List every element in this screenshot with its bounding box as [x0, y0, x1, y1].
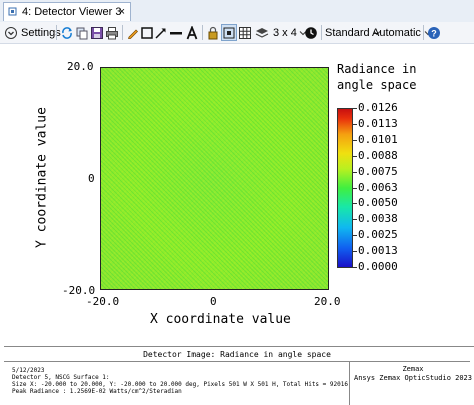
- x-tick-mid: 0: [210, 295, 217, 308]
- y-tick-top: 20.0: [67, 60, 94, 73]
- help-icon: ?: [428, 26, 440, 39]
- colorbar-tick-label: 0.0113: [358, 116, 398, 130]
- rectangle-tool-button[interactable]: [140, 24, 154, 41]
- lock-icon: [208, 26, 218, 39]
- info-title: Detector Image: Radiance in angle space: [143, 350, 331, 359]
- layout-label: 3 x 4: [273, 26, 297, 39]
- colorbar-tick-label: 0.0088: [358, 148, 398, 162]
- colorbar-tick-mark: [353, 123, 357, 125]
- timer-button[interactable]: [304, 24, 318, 41]
- refresh-button[interactable]: [60, 24, 74, 41]
- x-axis-label: X coordinate value: [150, 312, 291, 327]
- y-axis-label: Y coordinate value: [34, 107, 50, 248]
- pencil-tool-button[interactable]: [126, 24, 140, 41]
- info-detector: Detector 5, NSCG Surface 1:: [12, 374, 110, 381]
- info-product: Ansys Zemax OpticStudio 2023: [353, 374, 472, 382]
- svg-text:?: ?: [431, 28, 437, 38]
- save-button[interactable]: [90, 24, 104, 41]
- fit-view-icon: [223, 27, 235, 38]
- colorbar-tick-mark: [353, 155, 357, 157]
- colorbar-tick-mark: [353, 251, 357, 253]
- colorbar-tick-mark: [353, 235, 357, 237]
- pencil-icon: [128, 29, 138, 39]
- layout-dropdown[interactable]: 3 x 4: [273, 24, 307, 41]
- grid-icon: [239, 26, 251, 39]
- colorbar-tick-label: 0.0025: [358, 228, 398, 242]
- colorbar-tick-label: 0.0000: [358, 260, 398, 273]
- copy-icon: [76, 27, 88, 39]
- settings-label: Settings: [21, 26, 61, 39]
- y-tick-mid: 0: [88, 172, 95, 185]
- colorbar-tick-label: 0.0063: [358, 180, 398, 194]
- detector-plot[interactable]: 20.0 0 -20.0 -20.0 0 20.0 X coordinate v…: [4, 44, 470, 344]
- colorbar-tick-mark: [353, 171, 357, 173]
- arrow-icon: [155, 27, 166, 39]
- info-panel: Detector Image: Radiance in angle space …: [4, 346, 474, 405]
- help-button[interactable]: ?: [427, 24, 441, 41]
- colorbar-tick-label: 0.0126: [358, 101, 398, 114]
- colorbar-tick-label: 0.0075: [358, 164, 398, 178]
- grid-button[interactable]: [238, 24, 252, 41]
- copy-button[interactable]: [75, 24, 89, 41]
- info-vendor: Zemax: [402, 365, 424, 373]
- rectangle-icon: [141, 26, 153, 39]
- pin-icon: [8, 7, 17, 16]
- colorbar-tick-mark: [353, 219, 357, 221]
- save-icon: [91, 26, 103, 39]
- colorbar-tick-label: 0.0050: [358, 196, 398, 210]
- colorbar-tick-mark: [353, 139, 357, 141]
- line-tool-button[interactable]: [169, 24, 183, 41]
- refresh-icon: [62, 26, 72, 39]
- chevron-down-circle-icon: [5, 26, 17, 39]
- info-date: 5/12/2023: [12, 367, 45, 374]
- text-a-icon: [186, 25, 198, 39]
- text-tool-button[interactable]: [185, 24, 199, 41]
- colorbar-tick-mark: [353, 187, 357, 189]
- x-tick-left: -20.0: [86, 295, 120, 308]
- tab-title: 4: Detector Viewer 3: [22, 6, 122, 18]
- heatmap-image[interactable]: [100, 67, 329, 290]
- info-peak: Peak Radiance : 1.2569E-02 Watts/cm^2/St…: [12, 388, 182, 395]
- colorbar-tick-label: 0.0013: [358, 244, 398, 258]
- colorbar-tick-mark: [353, 203, 357, 205]
- settings-button[interactable]: Settings: [4, 24, 61, 41]
- colorbar-tick-label: 0.0038: [358, 212, 398, 226]
- arrow-tool-button[interactable]: [154, 24, 168, 41]
- tab-detector-viewer[interactable]: 4: Detector Viewer 3 ×: [3, 2, 131, 21]
- colorbar: [337, 108, 353, 268]
- info-lines: 5/12/2023 Detector 5, NSCG Surface 1: Si…: [12, 367, 348, 395]
- fit-view-button[interactable]: [221, 24, 237, 41]
- tab-close-button[interactable]: ×: [119, 3, 125, 21]
- colorbar-tick-mark: [353, 267, 357, 268]
- colorbar-title-line2: angle space: [337, 78, 417, 92]
- tab-strip: 4: Detector Viewer 3 ×: [0, 0, 474, 23]
- lock-button[interactable]: [206, 24, 220, 41]
- timer-icon: [305, 26, 317, 39]
- colorbar-title: Radiance in angle space: [337, 61, 416, 93]
- colorbar-tick-mark: [353, 108, 357, 109]
- toolbar: Settings 3 x 4 Standard Automatic ?: [0, 22, 474, 44]
- line-icon: [170, 31, 182, 34]
- colorbar-tick-label: 0.0101: [358, 132, 398, 146]
- layers-button[interactable]: [255, 24, 269, 41]
- print-button[interactable]: [105, 24, 119, 41]
- x-tick-right: 20.0: [314, 295, 341, 308]
- automatic-label: Automatic: [372, 26, 421, 39]
- info-size: Size X: -20.000 to 20.000, Y: -20.000 to…: [12, 381, 348, 388]
- standard-label: Standard: [325, 26, 370, 39]
- layers-icon: [255, 27, 269, 38]
- print-icon: [106, 26, 118, 39]
- colorbar-title-line1: Radiance in: [337, 62, 417, 76]
- info-vendor-block: Zemax Ansys Zemax OpticStudio 2023: [353, 365, 473, 383]
